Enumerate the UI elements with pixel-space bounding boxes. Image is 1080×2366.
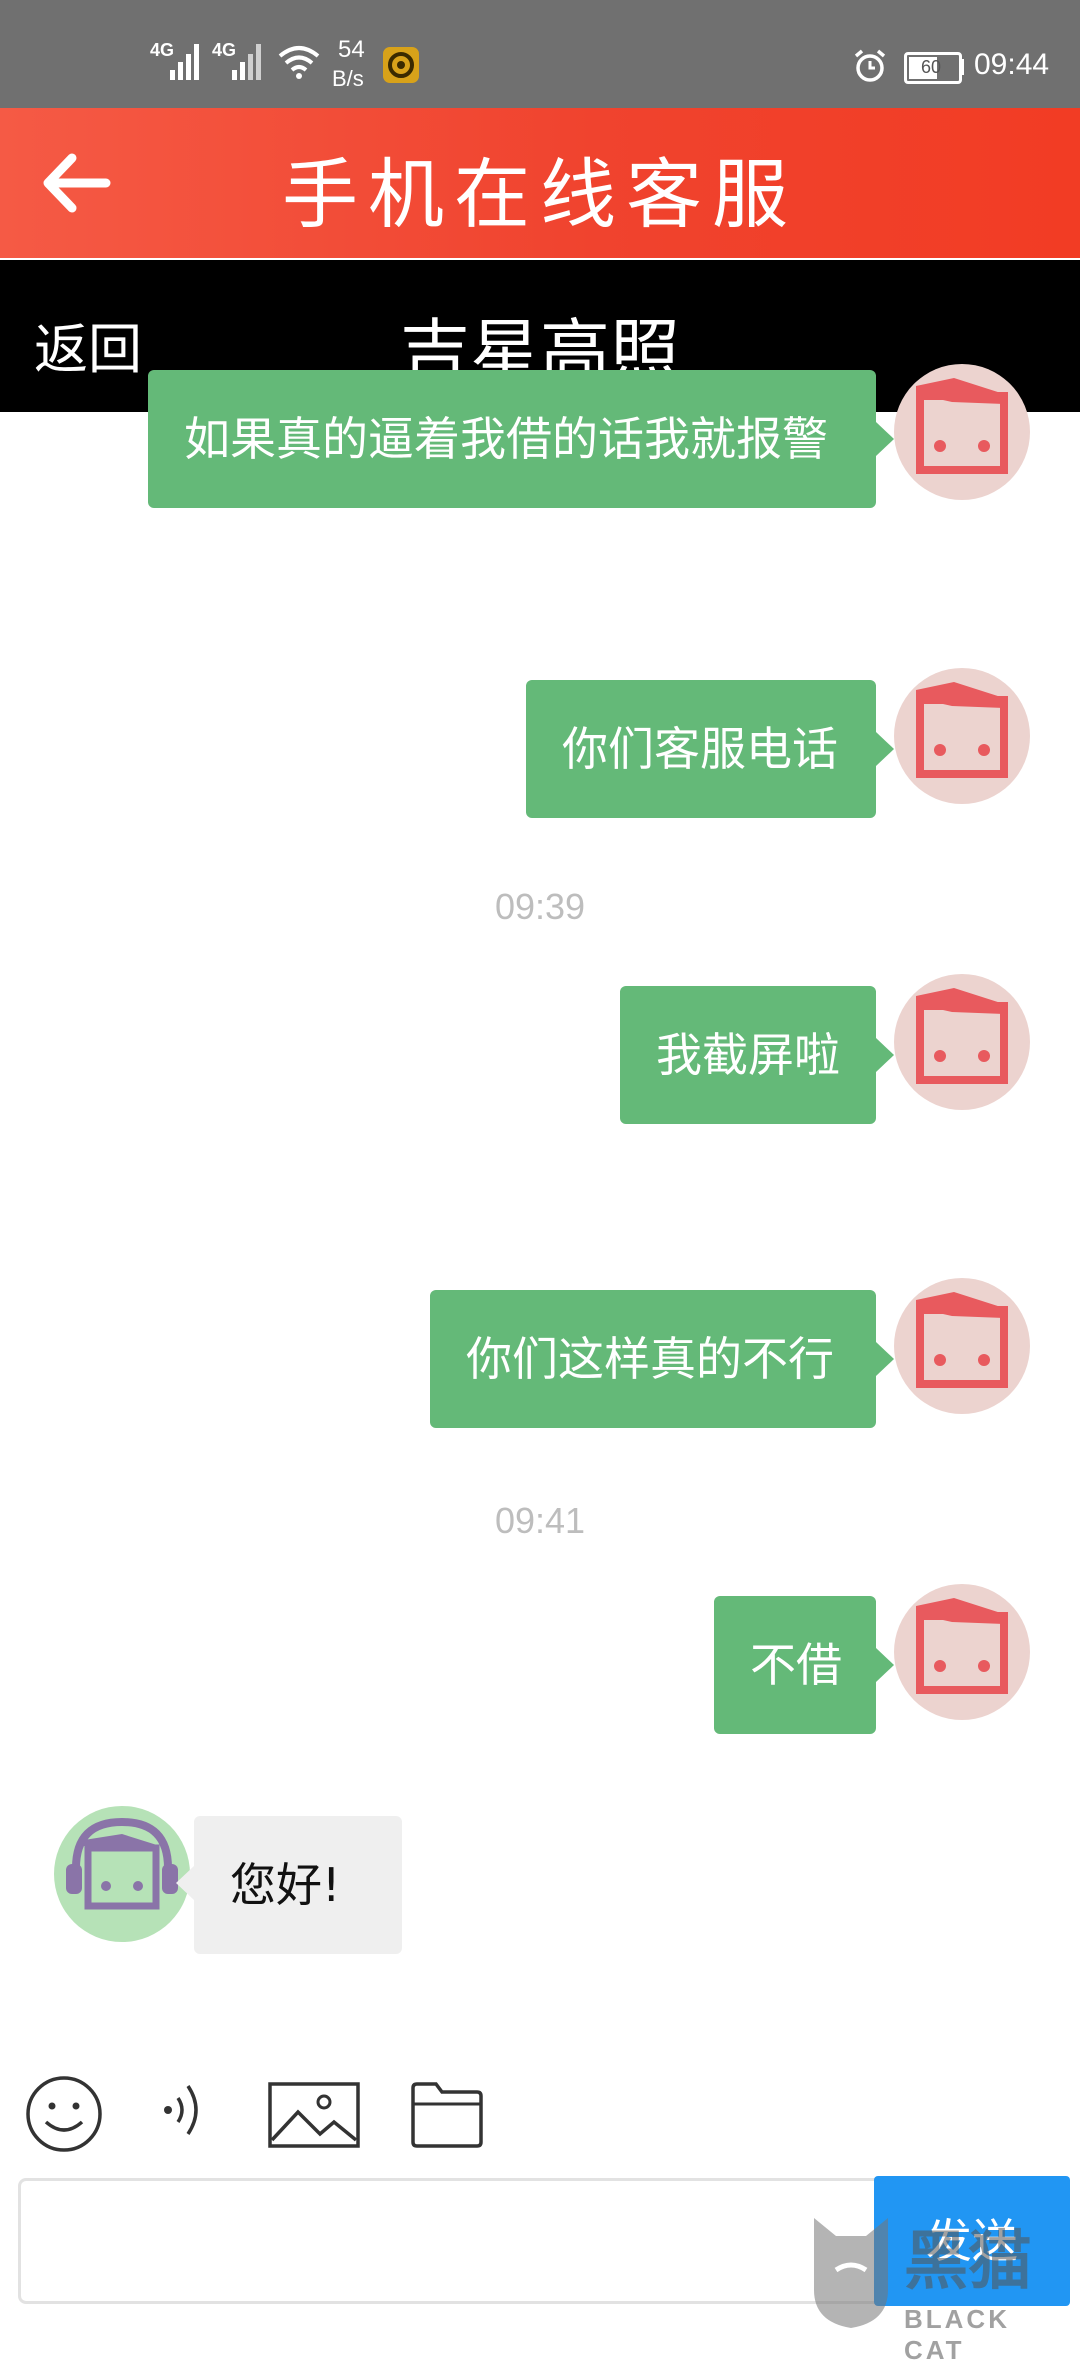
battery-tip	[959, 59, 964, 75]
battery-level: 60	[921, 57, 942, 77]
app-notification-icon	[383, 47, 419, 83]
wifi-icon	[278, 46, 320, 79]
user-avatar-icon[interactable]	[894, 1278, 1030, 1414]
user-avatar-icon[interactable]	[894, 364, 1030, 500]
message-bubble-out: 不借	[714, 1596, 894, 1734]
alarm-icon	[854, 49, 886, 82]
user-avatar-icon[interactable]	[894, 1584, 1030, 1720]
agent-avatar-icon[interactable]	[54, 1806, 190, 1942]
message-bubble-out: 如果真的逼着我借的话我就报警	[148, 370, 894, 508]
black-cat-logo-icon	[814, 2218, 888, 2328]
watermark-text: BLACK CAT	[904, 2304, 1010, 2365]
user-avatar-icon[interactable]	[894, 974, 1030, 1110]
title-bar: 手机在线客服	[0, 108, 1080, 258]
page-title: 手机在线客服	[282, 150, 798, 239]
message-input[interactable]	[18, 2178, 888, 2304]
message-timestamp: 09:41	[494, 1500, 586, 1541]
message-bubble-in: 您好!	[176, 1816, 402, 1954]
watermark-cn: 黑猫	[904, 2225, 1032, 2299]
image-icon[interactable]	[268, 2082, 360, 2148]
chat-area[interactable]: 如果真的逼着我借的话我就报警 你们客服电话 09:39 我截屏啦 你们这样真的不…	[0, 364, 1080, 2062]
signal-2-icon	[232, 44, 261, 80]
net-speed-value: 54	[338, 36, 365, 63]
message-bubble-out: 你们客服电话	[526, 680, 894, 818]
message-bubble-out: 我截屏啦	[620, 986, 894, 1124]
voice-icon[interactable]	[152, 2074, 216, 2144]
message-bubble-out: 你们这样真的不行	[430, 1290, 894, 1428]
watermark: 黑猫 BLACK CAT	[800, 2200, 1080, 2365]
status-bar: 4G 4G 54 B/s 60 09:44	[0, 0, 1080, 108]
message-timestamp: 09:39	[494, 886, 586, 927]
signal-1-icon	[170, 44, 199, 80]
net-speed-unit: B/s	[332, 66, 364, 91]
battery-icon: 60	[904, 52, 962, 84]
emoji-icon[interactable]	[24, 2074, 104, 2154]
clock: 09:44	[974, 48, 1050, 81]
folder-icon[interactable]	[410, 2080, 484, 2150]
user-avatar-icon[interactable]	[894, 668, 1030, 804]
